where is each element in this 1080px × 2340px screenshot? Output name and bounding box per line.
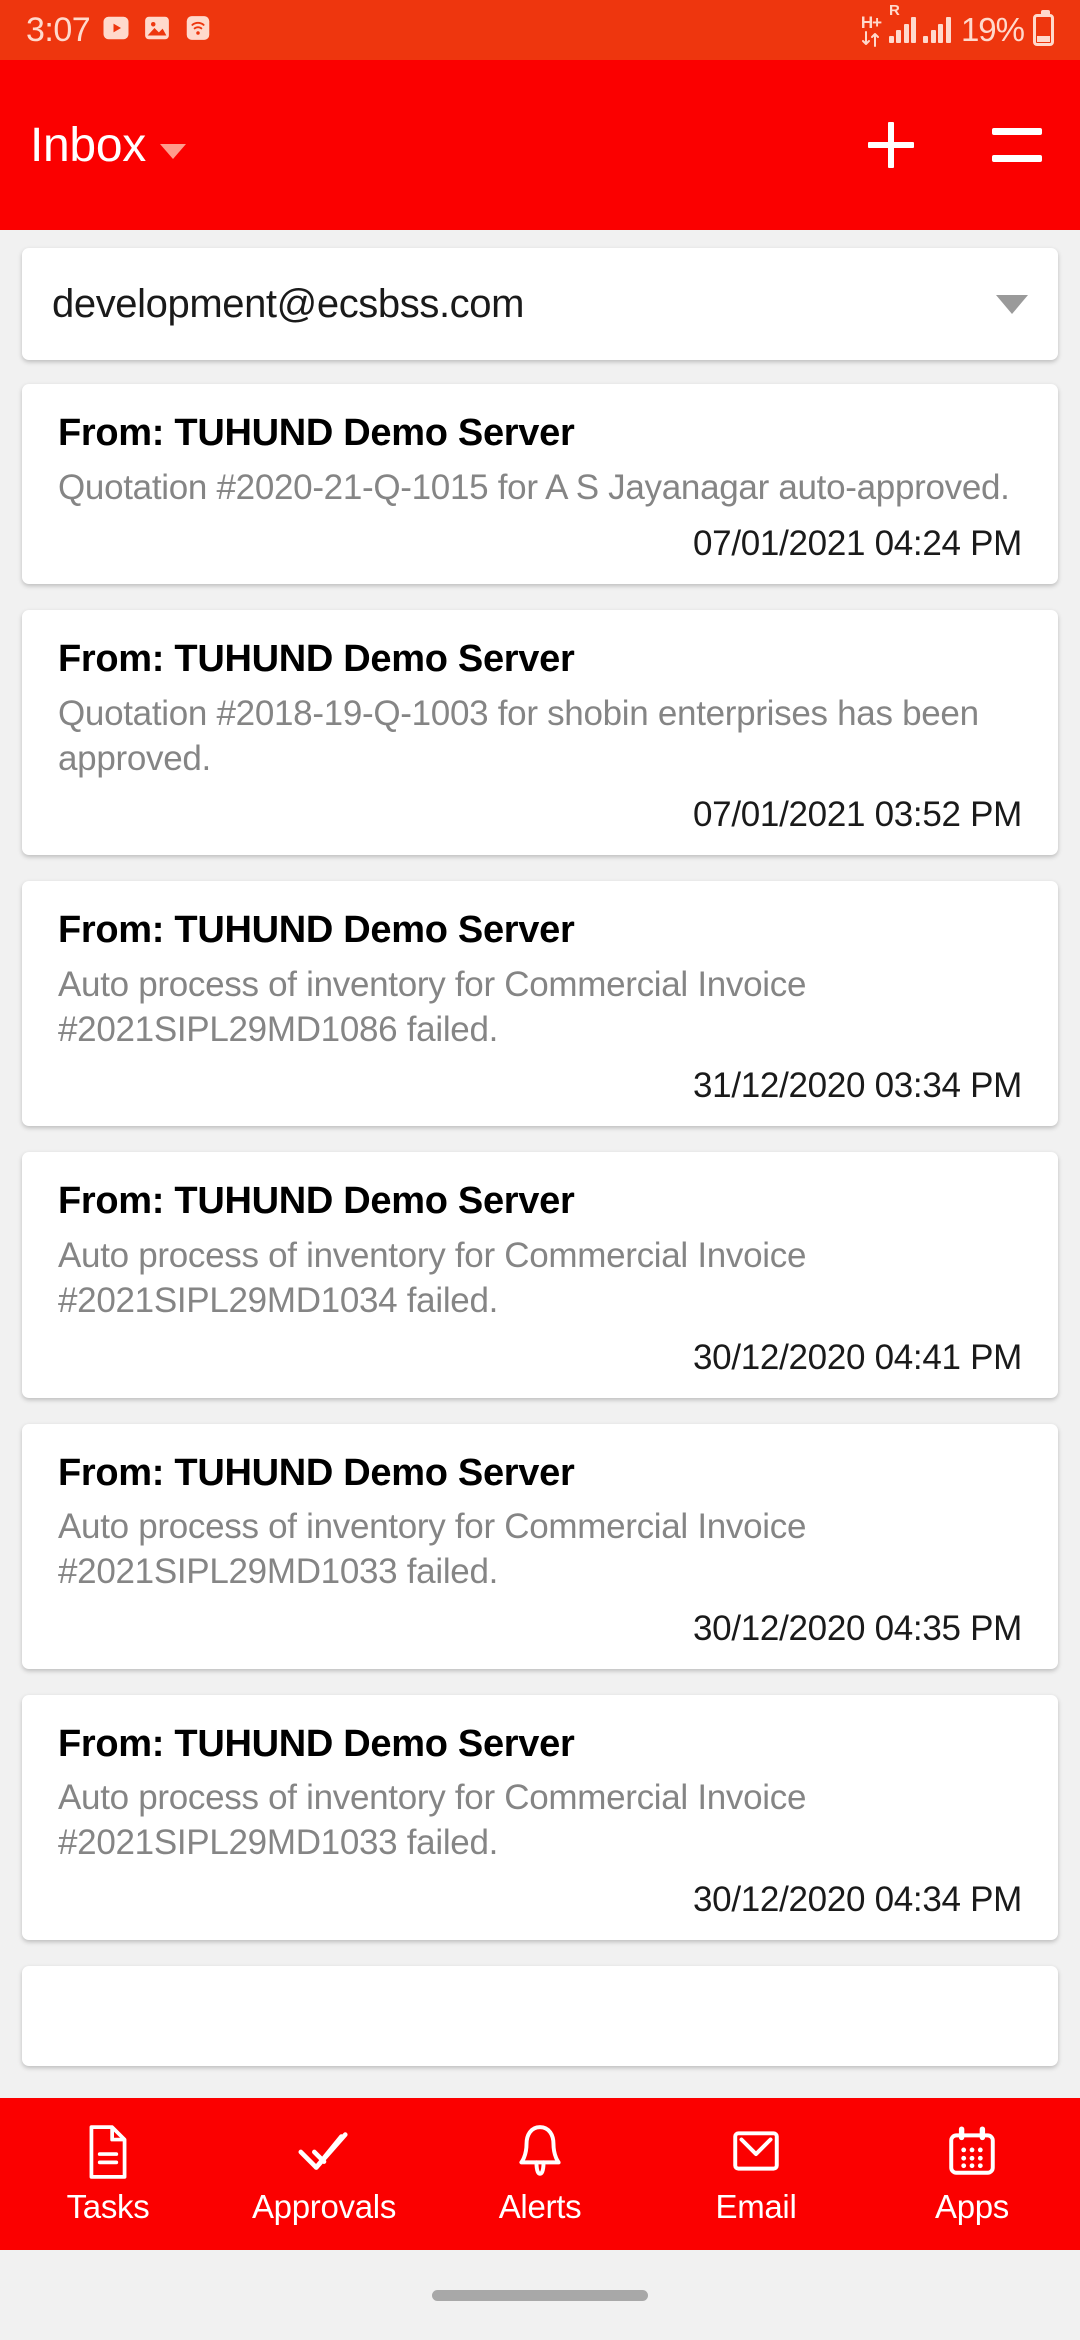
calendar-grid-icon xyxy=(945,2123,999,2181)
mail-timestamp: 30/12/2020 04:35 PM xyxy=(692,1608,1022,1648)
nav-label: Approvals xyxy=(251,2187,397,2225)
nav-item-email[interactable]: Email xyxy=(648,2123,864,2226)
signal-bars-sim2-icon xyxy=(923,17,951,43)
nav-item-approvals[interactable]: Approvals xyxy=(216,2123,432,2226)
mail-sender: From: TUHUND Demo Server xyxy=(58,638,575,681)
mail-list-scroll-area[interactable]: development@ecsbss.com From: TUHUND Demo… xyxy=(0,230,1080,2340)
envelope-icon xyxy=(729,2123,783,2181)
mail-list-item[interactable]: From: TUHUND Demo Server Quotation #2018-… xyxy=(22,610,1058,856)
mail-timestamp: 07/01/2021 04:24 PM xyxy=(692,524,1022,564)
nav-label: Tasks xyxy=(66,2187,150,2225)
mail-list-item[interactable]: From: TUHUND Demo Server Quotation #2020-… xyxy=(22,384,1058,585)
mail-list-item[interactable]: From: TUHUND Demo Server Auto process of … xyxy=(22,1694,1058,1940)
app-bar: Inbox xyxy=(0,60,1080,230)
wifi-icon xyxy=(183,13,213,48)
bottom-navigation-bar: Tasks Approvals Alerts Email Apps xyxy=(0,2098,1080,2250)
mail-snippet: Quotation #2018-19-Q-1003 for shobin ent… xyxy=(58,693,979,778)
nav-item-tasks[interactable]: Tasks xyxy=(0,2123,216,2226)
network-type-icon: H+ xyxy=(860,14,882,47)
hamburger-line xyxy=(992,128,1042,135)
nav-label: Email xyxy=(715,2187,797,2225)
mail-list-item[interactable]: From: TUHUND Demo Server Auto process of … xyxy=(22,1152,1058,1398)
image-icon xyxy=(142,13,172,48)
list-item[interactable] xyxy=(22,1965,1058,2066)
mail-timestamp: 31/12/2020 03:34 PM xyxy=(692,1066,1022,1106)
status-bar-right: H+ R 19% xyxy=(860,3,1054,49)
document-icon xyxy=(82,2123,134,2181)
mail-sender: From: TUHUND Demo Server xyxy=(58,1451,575,1494)
network-type-label: H+ xyxy=(860,12,882,32)
roaming-indicator: R xyxy=(888,2,900,19)
mail-snippet: Auto process of inventory for Commercial… xyxy=(58,1778,807,1862)
mail-list-item[interactable]: From: TUHUND Demo Server Auto process of … xyxy=(22,881,1058,1127)
page-title[interactable]: Inbox xyxy=(30,118,146,173)
mail-timestamp: 07/01/2021 03:52 PM xyxy=(692,795,1022,835)
youtube-icon xyxy=(101,13,131,48)
home-gesture-pill[interactable] xyxy=(432,2289,648,2301)
mail-snippet: Quotation #2020-21-Q-1015 for A S Jayana… xyxy=(58,467,1010,507)
battery-icon xyxy=(1033,10,1054,46)
mail-sender: From: TUHUND Demo Server xyxy=(58,1722,575,1765)
mail-snippet: Auto process of inventory for Commercial… xyxy=(58,964,807,1049)
bell-icon xyxy=(514,2123,566,2181)
nav-item-apps[interactable]: Apps xyxy=(864,2123,1080,2226)
battery-percentage: 19% xyxy=(960,11,1025,48)
hamburger-line xyxy=(992,155,1042,162)
mail-timestamp: 30/12/2020 04:41 PM xyxy=(692,1337,1022,1377)
nav-label: Apps xyxy=(934,2187,1010,2225)
system-gesture-bar xyxy=(0,2250,1080,2340)
status-bar-clock: 3:07 xyxy=(26,10,91,49)
account-selector[interactable]: development@ecsbss.com xyxy=(22,248,1058,360)
signal-bars-sim1-icon: R xyxy=(888,3,917,43)
add-icon[interactable] xyxy=(868,122,914,168)
nav-item-alerts[interactable]: Alerts xyxy=(432,2123,648,2226)
double-check-icon xyxy=(295,2123,353,2181)
phone-screen: 3:07 H+ R 19% Inbox development@ecsbss.c… xyxy=(0,0,1080,2340)
chevron-down-icon[interactable] xyxy=(159,143,186,159)
hamburger-menu-icon[interactable] xyxy=(992,128,1042,162)
mail-sender: From: TUHUND Demo Server xyxy=(58,412,575,454)
status-bar: 3:07 H+ R 19% xyxy=(0,0,1080,60)
mail-list: From: TUHUND Demo Server Quotation #2020-… xyxy=(0,384,1080,1940)
account-email-label: development@ecsbss.com xyxy=(52,281,525,326)
chevron-down-icon[interactable] xyxy=(996,294,1028,314)
mail-snippet: Auto process of inventory for Commercial… xyxy=(58,1235,807,1320)
nav-label: Alerts xyxy=(498,2187,582,2225)
mail-snippet: Auto process of inventory for Commercial… xyxy=(58,1507,807,1591)
status-bar-left: 3:07 xyxy=(26,11,213,50)
mail-list-item[interactable]: From: TUHUND Demo Server Auto process of … xyxy=(22,1423,1058,1669)
app-bar-actions xyxy=(868,122,1050,168)
mail-timestamp: 30/12/2020 04:34 PM xyxy=(692,1879,1022,1919)
mail-sender: From: TUHUND Demo Server xyxy=(58,909,575,952)
mail-sender: From: TUHUND Demo Server xyxy=(58,1180,575,1223)
